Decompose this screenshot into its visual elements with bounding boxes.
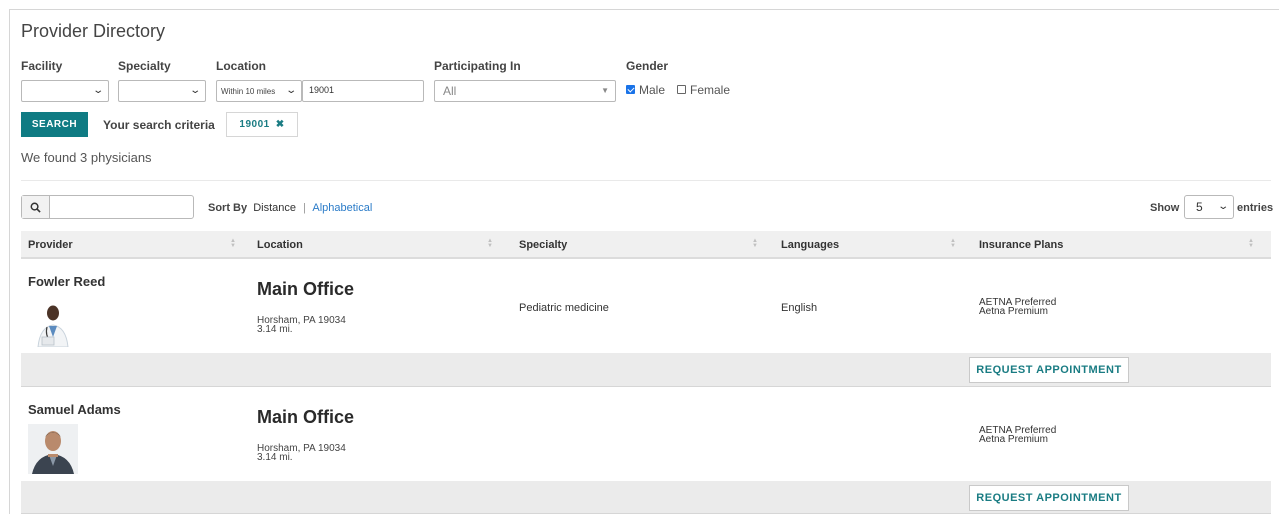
gender-male-option[interactable]: Male (626, 83, 665, 97)
insurance-plan: Aetna Premium (979, 306, 1048, 317)
table-search-input[interactable] (21, 195, 194, 219)
facility-select[interactable]: ⌄ (21, 80, 109, 102)
radius-value: Within 10 miles (221, 87, 276, 96)
section-divider (21, 180, 1271, 181)
participating-select[interactable]: All ▼ (434, 80, 616, 102)
gender-female-label: Female (690, 83, 731, 97)
sort-distance[interactable]: Distance (253, 202, 296, 214)
table-row: Fowler Reed Main Office Horsham, PA 1903… (21, 261, 1271, 353)
location-name: Main Office (257, 279, 355, 299)
entries-label: entries (1237, 202, 1274, 214)
radius-select[interactable]: Within 10 miles ⌄ (216, 80, 302, 102)
col-location[interactable]: Location (257, 239, 303, 251)
search-criteria-label: Your search criteria (103, 118, 215, 132)
doctor-avatar (28, 424, 78, 474)
results-count: We found 3 physicians (21, 150, 152, 165)
sort-icon[interactable]: ▲ ▼ (230, 238, 236, 249)
location-label: Location (216, 59, 266, 73)
sort-alphabetical[interactable]: Alphabetical (312, 202, 372, 214)
request-appointment-button[interactable]: REQUEST APPOINTMENT (969, 357, 1129, 383)
specialty-cell: Pediatric medicine (519, 302, 609, 314)
sort-by-label: Sort By (208, 202, 248, 214)
caret-down-icon: ▼ (601, 86, 609, 95)
facility-label: Facility (21, 59, 63, 73)
chevron-down-icon: ⌄ (1216, 201, 1229, 212)
row-action-bar: REQUEST APPOINTMENT (21, 481, 1271, 514)
search-button[interactable]: SEARCH (21, 112, 88, 137)
language-cell: English (781, 302, 818, 314)
entries-select[interactable]: 5 ⌄ (1184, 195, 1234, 219)
sort-icon[interactable]: ▲ ▼ (487, 238, 493, 249)
col-specialty[interactable]: Specialty (519, 239, 567, 251)
col-insurance[interactable]: Insurance Plans (979, 239, 1063, 251)
table-header: Provider ▲ ▼ Location ▲ ▼ Specialty ▲ ▼ Lan… (21, 231, 1271, 259)
show-label: Show (1150, 202, 1180, 214)
page-title: Provider Directory (21, 21, 166, 41)
search-icon[interactable] (22, 196, 50, 218)
table-row: Samuel Adams Main Office Horsham, PA 190… (21, 389, 1271, 481)
location-distance: 3.14 mi. (257, 324, 293, 335)
location-distance: 3.14 mi. (257, 452, 293, 463)
criteria-chip-text: 19001 (239, 119, 270, 130)
row-action-bar: REQUEST APPOINTMENT (21, 353, 1271, 387)
sort-icon[interactable]: ▲ ▼ (950, 238, 956, 249)
sort-icon[interactable]: ▲ ▼ (752, 238, 758, 249)
close-icon[interactable]: ✖ (276, 119, 285, 130)
entries-value: 5 (1196, 200, 1203, 214)
gender-female-option[interactable]: Female (677, 83, 730, 97)
zip-value: 19001 (309, 85, 335, 95)
gender-label: Gender (626, 59, 669, 73)
checkbox-checked-icon[interactable] (626, 85, 635, 95)
chevron-down-icon: ⌄ (91, 85, 104, 96)
chevron-down-icon: ⌄ (188, 85, 201, 96)
criteria-chip[interactable]: 19001 ✖ (226, 112, 298, 137)
zip-input[interactable]: 19001 (302, 80, 424, 102)
participating-label: Participating In (434, 59, 521, 73)
sort-icon[interactable]: ▲ ▼ (1248, 238, 1254, 249)
sort-separator: | (303, 202, 306, 214)
provider-name[interactable]: Samuel Adams (28, 402, 121, 417)
sort-by: Sort By Distance | Alphabetical (208, 202, 372, 214)
participating-value: All (443, 84, 457, 98)
col-languages[interactable]: Languages (781, 239, 839, 251)
specialty-label: Specialty (118, 59, 171, 73)
request-appointment-button[interactable]: REQUEST APPOINTMENT (969, 485, 1129, 511)
doctor-avatar (28, 297, 78, 347)
insurance-plan: Aetna Premium (979, 434, 1048, 445)
location-name: Main Office (257, 407, 355, 427)
provider-name[interactable]: Fowler Reed (28, 274, 105, 289)
col-provider[interactable]: Provider (28, 239, 73, 251)
chevron-down-icon: ⌄ (284, 85, 297, 96)
checkbox-unchecked-icon[interactable] (677, 85, 686, 95)
gender-male-label: Male (639, 83, 666, 97)
specialty-select[interactable]: ⌄ (118, 80, 206, 102)
